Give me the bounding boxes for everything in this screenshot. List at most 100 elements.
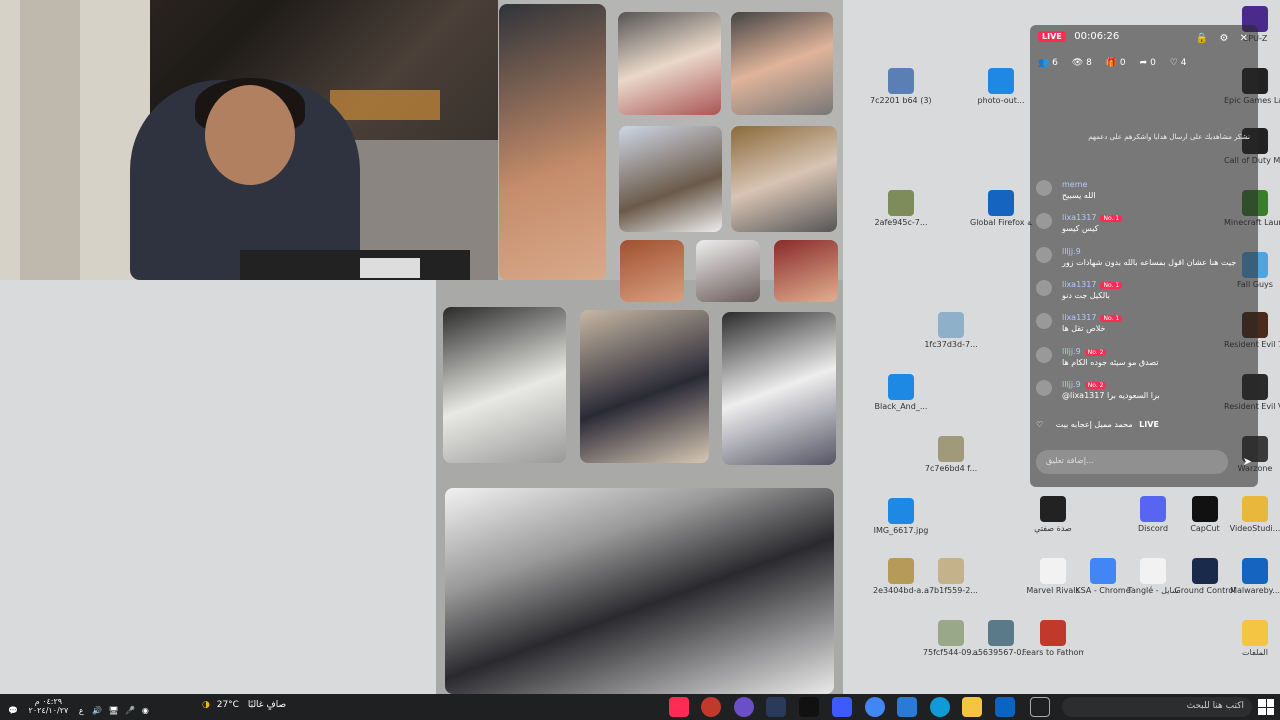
desktop-icon-label: 2afe945c-7... [874,218,928,227]
app-icon [1192,558,1218,584]
live-comment-input[interactable]: إضافة تعليق... [1036,450,1228,474]
app-icon [1242,496,1268,522]
chat-message: lixa1317 No. 1 كيس كيسو [1036,213,1252,243]
desktop-icon-label: Fears to Fathom - Ir... [1022,648,1084,657]
webcam-desk [240,250,470,280]
gifts-stat: 🎁 0 [1105,58,1126,68]
chat-text: تصدق مو سيئه جوده الكام ها [1062,358,1159,367]
chat-message: meme الله يسبيح [1036,180,1252,210]
tray-app-icon[interactable]: ◉ [142,706,149,715]
avatar[interactable] [1036,247,1052,263]
weather-icon: ◑ [202,700,210,710]
desktop-icon-label: Black_And_... [874,402,928,411]
photo-kids-thumbs [619,126,722,232]
chat-message: lixa1317 No. 1 خلاص تقل ها [1036,313,1252,343]
tiktok-taskbar-icon[interactable] [669,697,689,717]
chat-username[interactable]: lixa1317 No. 1 [1062,280,1123,289]
chat-text: الله يسبيح [1062,191,1096,200]
webcam-keyboard [360,258,420,278]
network-icon[interactable]: 🖥 [109,706,119,715]
mic-icon[interactable]: 🎤 [125,706,135,715]
photo-stairs [443,307,566,463]
desktop-icon[interactable]: a7b1f559-2... [920,558,982,596]
chat-username[interactable]: lixa1317 No. 1 [1062,213,1123,222]
chrome-taskbar-icon[interactable] [865,697,885,717]
live-window-controls: 🔒 ⚙ ✕ [1196,33,1248,44]
chat-username[interactable]: llljj.9 No. 2 [1062,347,1107,356]
gear-icon[interactable]: ⚙ [1219,33,1228,44]
chat-username[interactable]: lixa1317 No. 1 [1062,313,1123,322]
desktop-icon[interactable]: IMG_6617.jpg [870,498,932,536]
volume-icon[interactable]: 🔊 [92,706,102,715]
taskbar: 💬 ٠٤:٢٩ م ٢٠٢٤/١٠/٢٧ ع 🔊 🖥 🎤 ◉ ◑ 27°C صا… [0,694,1280,720]
desktop-icon[interactable]: Black_And_... [870,374,932,412]
viewers-stat: 👥 6 [1038,58,1058,68]
anchor-taskbar-icon[interactable] [766,697,786,717]
lock-icon[interactable]: 🔒 [1196,33,1208,44]
rank-badge: No. 1 [1100,315,1123,322]
desktop-icon[interactable]: 1fc37d3d-7... [920,312,982,350]
desktop-icon[interactable]: الملفات [1224,620,1280,658]
rank-badge: No. 1 [1100,215,1123,222]
webcam-shelf [330,90,440,120]
desktop-icon[interactable]: Global Firefox القديمة [970,190,1032,228]
desktop-icon-label: صدة صفتي [1034,524,1072,533]
chat-username[interactable]: meme [1062,180,1087,189]
desktop-icon[interactable]: صدة صفتي [1022,496,1084,534]
desktop-icon-label: Global Firefox القديمة [970,218,1032,227]
app-icon [1192,496,1218,522]
avatar[interactable] [1036,280,1052,296]
clock-date: ٢٠٢٤/١٠/٢٧ [28,706,69,715]
obs-taskbar-icon[interactable] [734,697,754,717]
taskview-taskbar-icon[interactable] [1030,697,1050,717]
explorer-taskbar-icon[interactable] [962,697,982,717]
notification-icon[interactable]: 💬 [8,706,18,715]
chat-text: بالكيل جت دنو [1062,291,1110,300]
avatar[interactable] [1036,313,1052,329]
app-icon [988,68,1014,94]
desktop-icon[interactable]: Malwareby... [1224,558,1280,596]
photo-boy-1 [620,240,684,302]
app-icon [938,436,964,462]
app-icon [988,620,1014,646]
photo-shemagh [731,126,837,232]
desktop: 7c2201 b64 (3).cmd photo-out... 2afe945c-7… [0,0,1280,720]
recorder-taskbar-icon[interactable] [701,697,721,717]
desktop-icon[interactable]: 7c2201 b64 (3).cmd [870,68,932,106]
avatar[interactable] [1036,180,1052,196]
desktop-icon[interactable]: Fears to Fathom - Ir... [1022,620,1084,658]
chat-username[interactable]: llljj.9 [1062,247,1081,256]
photo-boy-3 [774,240,838,302]
avatar[interactable] [1036,213,1052,229]
app-icon [888,68,914,94]
media-taskbar-icon[interactable] [832,697,852,717]
live-header: LIVE 00:06:26 🔒 ⚙ ✕ [1038,31,1252,47]
send-icon[interactable]: ➤ [1243,455,1252,468]
taskbar-search[interactable]: اكتب هنا للبحث [1062,697,1252,717]
avatar[interactable] [1036,380,1052,396]
chat-username[interactable]: llljj.9 No. 2 [1062,380,1107,389]
live-bottom-badge: LIVE [1139,420,1159,429]
clock[interactable]: ٠٤:٢٩ م ٢٠٢٤/١٠/٢٧ [29,697,69,715]
weather-text: صافٍ غالبًا [247,700,287,710]
app-icon [888,558,914,584]
outlook-taskbar-icon[interactable] [995,697,1015,717]
desktop-icon[interactable]: 2afe945c-7... [870,190,932,228]
avatar[interactable] [1036,347,1052,363]
app-icon [888,190,914,216]
start-button[interactable] [1258,699,1274,715]
language-indicator[interactable]: ع [79,706,84,715]
desktop-icon-label: photo-out... [977,96,1025,105]
desktop-icon[interactable]: VideoStudi... [1224,496,1280,534]
desktop-icon[interactable]: 7c7e6bd4 f... [920,436,982,474]
store-taskbar-icon[interactable] [897,697,917,717]
app-icon [1140,558,1166,584]
tiktok-app-taskbar-icon[interactable] [799,697,819,717]
photo-sunglasses [731,12,833,115]
edge-taskbar-icon[interactable] [930,697,950,717]
desktop-icon[interactable]: photo-out... [970,68,1032,106]
close-icon[interactable]: ✕ [1240,33,1248,44]
app-icon [1242,620,1268,646]
likes-stat: ♡ 4 [1169,58,1187,68]
weather-widget[interactable]: ◑ 27°C صافٍ غالبًا [202,700,286,710]
